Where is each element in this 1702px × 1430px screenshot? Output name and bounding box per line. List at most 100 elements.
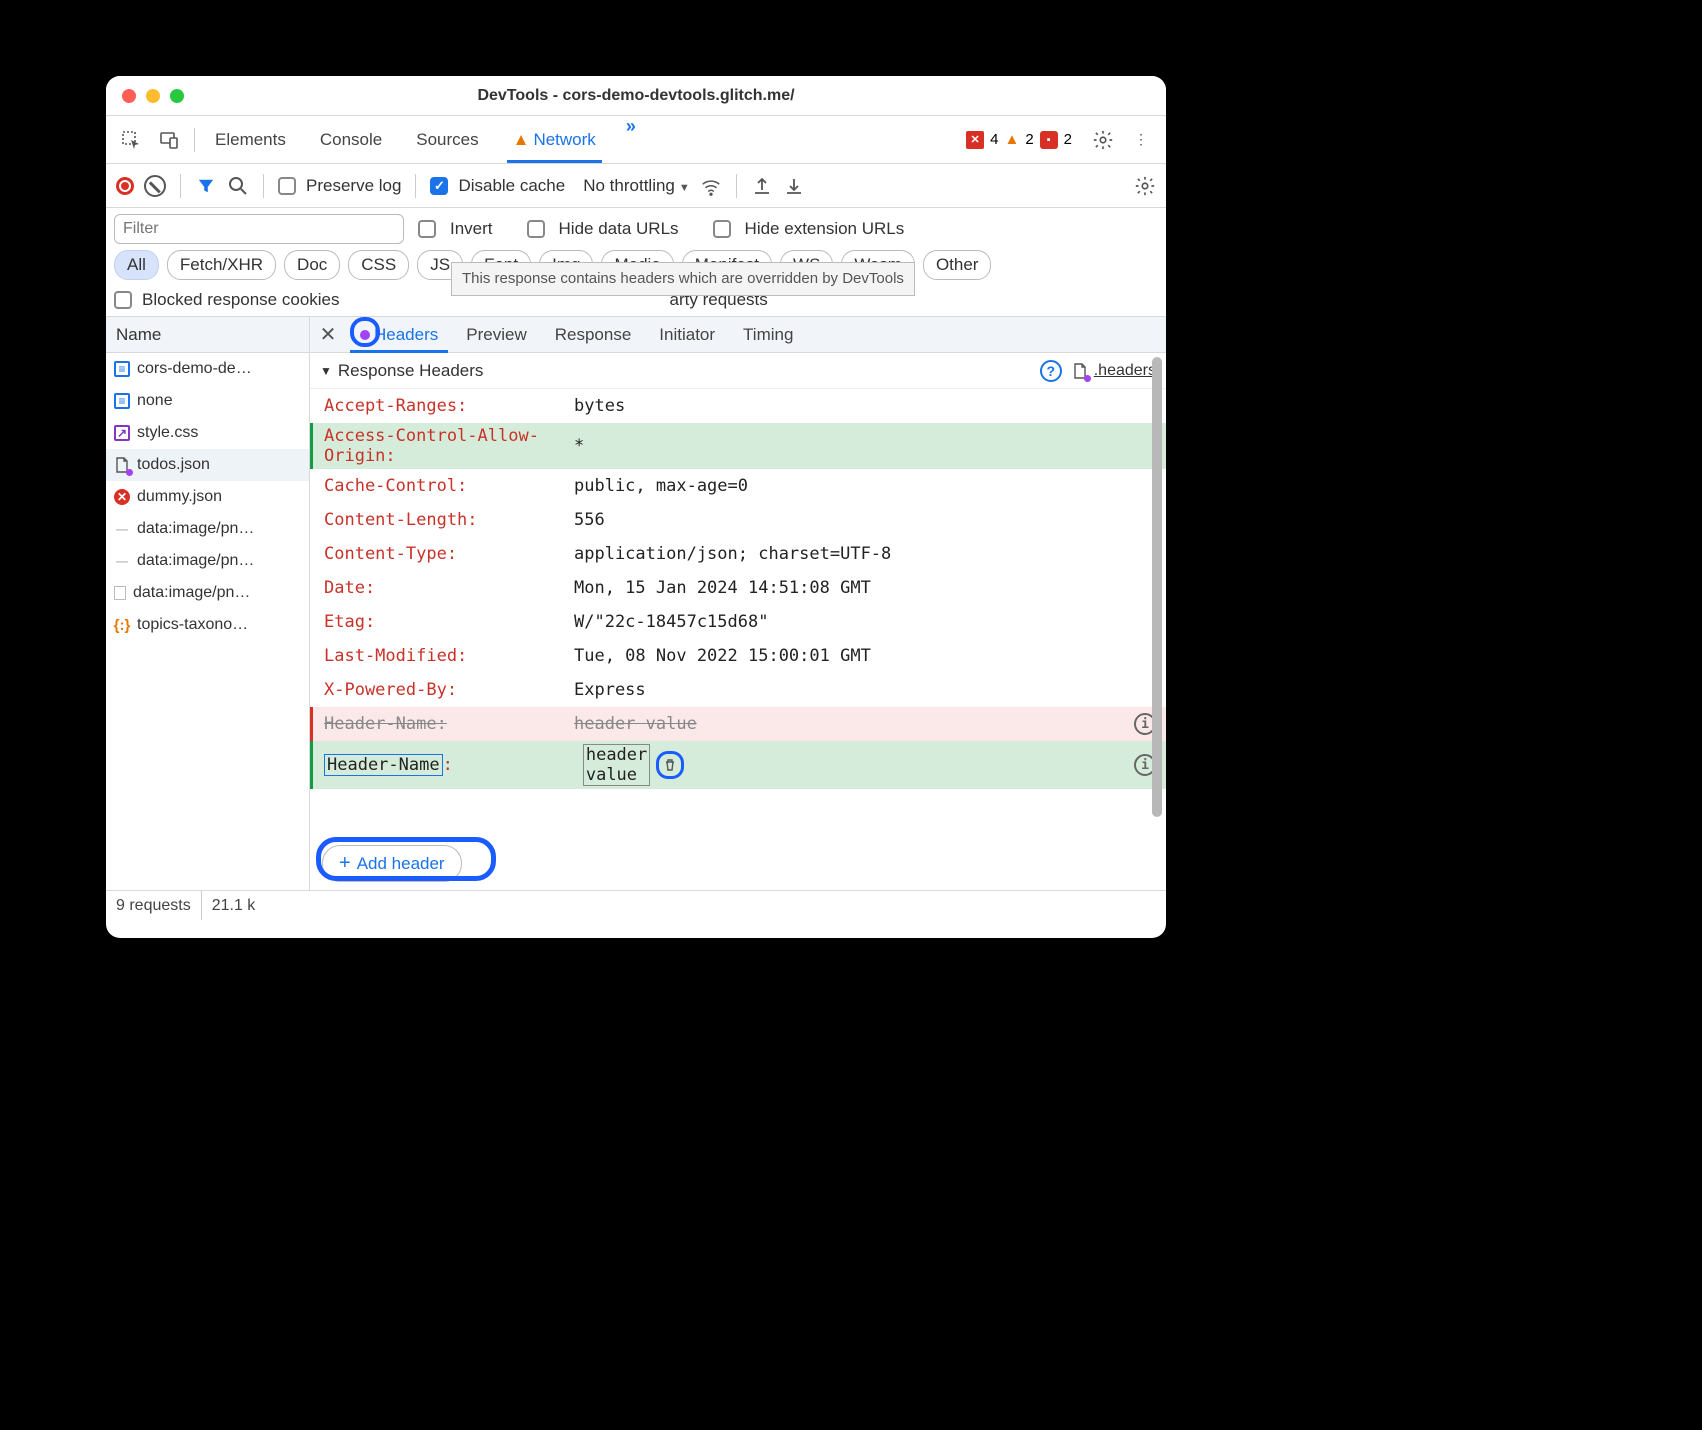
highlight-circle: [350, 317, 380, 347]
more-tabs-button[interactable]: »: [618, 116, 644, 163]
status-bar: 9 requests 21.1 k: [106, 890, 1166, 920]
error-icon: ✕: [114, 489, 130, 505]
header-row: Etag:W/"22c-18457c15d68": [310, 605, 1166, 639]
header-row: Last-Modified:Tue, 08 Nov 2022 15:00:01 …: [310, 639, 1166, 673]
file-icon: [114, 586, 126, 600]
import-har-icon[interactable]: [751, 175, 773, 197]
status-counters: ✕ 4 ▲ 2 ▪ 2: [966, 131, 1072, 149]
more-menu-icon[interactable]: ⋮: [1124, 123, 1158, 157]
chip-doc[interactable]: Doc: [284, 250, 340, 280]
header-row: Date:Mon, 15 Jan 2024 14:51:08 GMT: [310, 571, 1166, 605]
transfer-size: 21.1 k: [202, 891, 266, 920]
tab-headers[interactable]: Headers: [346, 317, 452, 352]
request-row[interactable]: {:}topics-taxono…: [106, 609, 309, 641]
devtools-window: DevTools - cors-demo-devtools.glitch.me/…: [106, 76, 1166, 938]
tab-initiator[interactable]: Initiator: [645, 317, 729, 352]
chip-other[interactable]: Other: [923, 250, 992, 280]
header-row: Accept-Ranges:bytes: [310, 389, 1166, 423]
warning-icon: ▲: [1004, 131, 1019, 148]
divider: [415, 174, 416, 198]
toggle-device-icon[interactable]: [152, 123, 186, 157]
header-row: Content-Length:556: [310, 503, 1166, 537]
tab-sources[interactable]: Sources: [404, 116, 490, 163]
invert-checkbox[interactable]: [418, 220, 436, 238]
hide-ext-urls-checkbox[interactable]: [713, 220, 731, 238]
remove-header-button[interactable]: [656, 751, 684, 779]
split-pane: Name ≡cors-demo-de… ≡none ↗style.css tod…: [106, 316, 1166, 890]
settings-icon[interactable]: [1086, 123, 1120, 157]
request-row[interactable]: ↗style.css: [106, 417, 309, 449]
response-headers-section[interactable]: ▼ Response Headers ? .headers: [310, 353, 1166, 389]
request-row[interactable]: ≡none: [106, 385, 309, 417]
tab-console[interactable]: Console: [308, 116, 394, 163]
header-row: X-Powered-By:Express: [310, 673, 1166, 707]
invert-label[interactable]: Invert: [450, 219, 493, 239]
preserve-log-label[interactable]: Preserve log: [306, 176, 401, 196]
blocked-cookies-checkbox[interactable]: [114, 291, 132, 309]
filter-icon[interactable]: [195, 175, 217, 197]
blocked-cookies-label[interactable]: Blocked response cookies: [142, 290, 340, 310]
disable-cache-label[interactable]: Disable cache: [458, 176, 565, 196]
issue-icon: ▪: [1040, 131, 1058, 149]
search-icon[interactable]: [227, 175, 249, 197]
request-row-selected[interactable]: todos.json: [106, 449, 309, 481]
tab-network[interactable]: ▲ Network: [501, 116, 608, 163]
request-row[interactable]: —data:image/pn…: [106, 513, 309, 545]
disclosure-triangle-icon[interactable]: ▼: [320, 364, 332, 378]
close-detail-button[interactable]: ✕: [310, 317, 346, 352]
request-row[interactable]: data:image/pn…: [106, 577, 309, 609]
tab-preview[interactable]: Preview: [452, 317, 540, 352]
network-settings-icon[interactable]: [1134, 175, 1156, 197]
divider: [736, 174, 737, 198]
help-icon[interactable]: ?: [1040, 360, 1062, 382]
hide-data-urls-checkbox[interactable]: [527, 220, 545, 238]
tab-response[interactable]: Response: [541, 317, 646, 352]
network-conditions-icon[interactable]: [700, 175, 722, 197]
divider: [263, 174, 264, 198]
tab-timing[interactable]: Timing: [729, 317, 807, 352]
record-button[interactable]: [116, 177, 134, 195]
header-name-input[interactable]: Header-Name: [324, 754, 443, 776]
tab-network-label: Network: [533, 130, 595, 150]
chip-css[interactable]: CSS: [348, 250, 409, 280]
error-count[interactable]: 4: [990, 131, 998, 148]
divider: [180, 174, 181, 198]
window-title: DevTools - cors-demo-devtools.glitch.me/: [106, 87, 1166, 105]
preserve-log-checkbox[interactable]: [278, 177, 296, 195]
json-icon: {:}: [114, 617, 130, 633]
name-column-header[interactable]: Name: [106, 317, 309, 353]
chip-all[interactable]: All: [114, 250, 159, 280]
divider: [194, 128, 195, 152]
header-row-editable[interactable]: Header-Name: header value i: [310, 741, 1166, 789]
section-title: Response Headers: [338, 361, 484, 381]
request-row[interactable]: ✕dummy.json: [106, 481, 309, 513]
warning-count[interactable]: 2: [1025, 131, 1033, 148]
header-value-input[interactable]: header value: [583, 744, 650, 786]
hide-data-urls-label[interactable]: Hide data URLs: [559, 219, 679, 239]
chip-fetch-xhr[interactable]: Fetch/XHR: [167, 250, 276, 280]
override-tooltip: This response contains headers which are…: [451, 262, 915, 296]
issue-count[interactable]: 2: [1064, 131, 1072, 148]
clear-button[interactable]: [144, 175, 166, 197]
request-row[interactable]: ≡cors-demo-de…: [106, 353, 309, 385]
header-row: Cache-Control:public, max-age=0: [310, 469, 1166, 503]
filter-input[interactable]: [114, 214, 404, 244]
detail-tabs: ✕ Headers Preview Response Initiator Tim…: [310, 317, 1166, 353]
scrollbar[interactable]: [1152, 357, 1162, 817]
inspect-element-icon[interactable]: [114, 123, 148, 157]
filter-row: Invert Hide data URLs Hide extension URL…: [106, 208, 1166, 244]
header-row-removed: Header-Name: header value i: [310, 707, 1166, 741]
disable-cache-checkbox[interactable]: ✓: [430, 177, 448, 195]
export-har-icon[interactable]: [783, 175, 805, 197]
extra-filter-row: Blocked response cookies arty requests T…: [106, 286, 1166, 316]
tab-elements[interactable]: Elements: [203, 116, 298, 163]
headers-file-link[interactable]: .headers: [1094, 362, 1156, 380]
highlight-rect: [316, 837, 496, 881]
hide-ext-urls-label[interactable]: Hide extension URLs: [745, 219, 905, 239]
main-tabs: Elements Console Sources ▲ Network »: [203, 116, 644, 163]
throttling-select[interactable]: No throttling▼: [583, 176, 690, 196]
header-row-overridden: Access-Control-Allow-Origin:*: [310, 423, 1166, 469]
file-override-icon: [114, 457, 130, 473]
request-row[interactable]: —data:image/pn…: [106, 545, 309, 577]
data-uri-icon: —: [114, 521, 130, 537]
